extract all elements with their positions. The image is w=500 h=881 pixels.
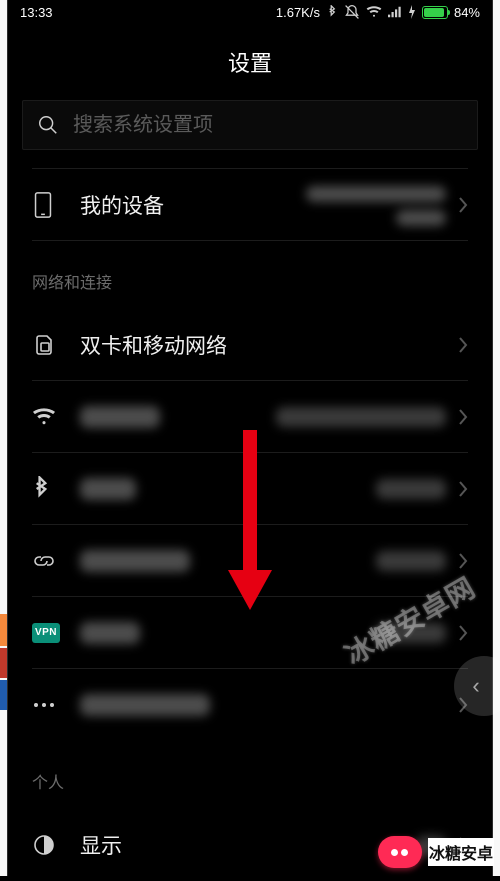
search-input[interactable]: [73, 114, 463, 137]
chevron-right-icon: [458, 196, 468, 214]
signal-icon: [388, 6, 402, 18]
label-bluetooth-hidden: [80, 477, 376, 501]
dnd-icon: [344, 4, 360, 20]
status-bar: 13:33 1.67K/s 84%: [8, 0, 492, 24]
value-hotspot-hidden: [376, 550, 446, 571]
label-vpn-hidden: [80, 621, 376, 645]
watermark-logo: 冰糖安卓: [378, 836, 494, 868]
status-battery-pct: 84%: [454, 5, 480, 20]
wifi-icon: [366, 6, 382, 18]
bluetooth-icon: [32, 476, 50, 502]
value-bluetooth-hidden: [376, 478, 446, 499]
watermark-logo-text: 冰糖安卓: [428, 838, 494, 866]
status-right-cluster: 1.67K/s 84%: [276, 4, 480, 20]
page-title: 设置: [8, 46, 492, 78]
label-dual-sim: 双卡和移动网络: [80, 330, 458, 360]
charging-icon: [408, 5, 416, 19]
vpn-icon: VPN: [32, 623, 60, 643]
label-more-hidden: [80, 693, 458, 717]
annotation-arrow-down: [235, 430, 265, 610]
section-header-network: 网络和连接: [32, 241, 468, 309]
section-header-personal: 个人: [32, 741, 468, 809]
phone-icon: [32, 191, 54, 219]
chevron-right-icon: [458, 408, 468, 426]
value-wlan-hidden: [276, 406, 446, 427]
more-icon: [32, 701, 56, 709]
chevron-right-icon: [458, 480, 468, 498]
brightness-icon: [32, 833, 56, 857]
status-netspeed: 1.67K/s: [276, 5, 320, 20]
label-display: 显示: [80, 830, 416, 860]
label-wlan-hidden: [80, 405, 276, 429]
label-my-device: 我的设备: [80, 190, 306, 220]
label-hotspot-hidden: [80, 549, 376, 573]
bluetooth-icon: [326, 5, 338, 19]
link-icon: [32, 551, 56, 571]
chevron-right-icon: [458, 624, 468, 642]
watermark-logo-icon: [378, 836, 422, 868]
search-box[interactable]: [22, 100, 478, 150]
sim-icon: [32, 333, 56, 357]
item-more-connections[interactable]: [32, 669, 468, 741]
item-my-device[interactable]: 我的设备: [32, 169, 468, 241]
value-my-device-hidden: [306, 183, 446, 226]
search-icon: [37, 114, 59, 136]
wifi-icon: [32, 407, 56, 427]
item-dual-sim[interactable]: 双卡和移动网络: [32, 309, 468, 381]
battery-icon: [422, 6, 448, 19]
chevron-right-icon: [458, 336, 468, 354]
status-time: 13:33: [20, 5, 53, 20]
